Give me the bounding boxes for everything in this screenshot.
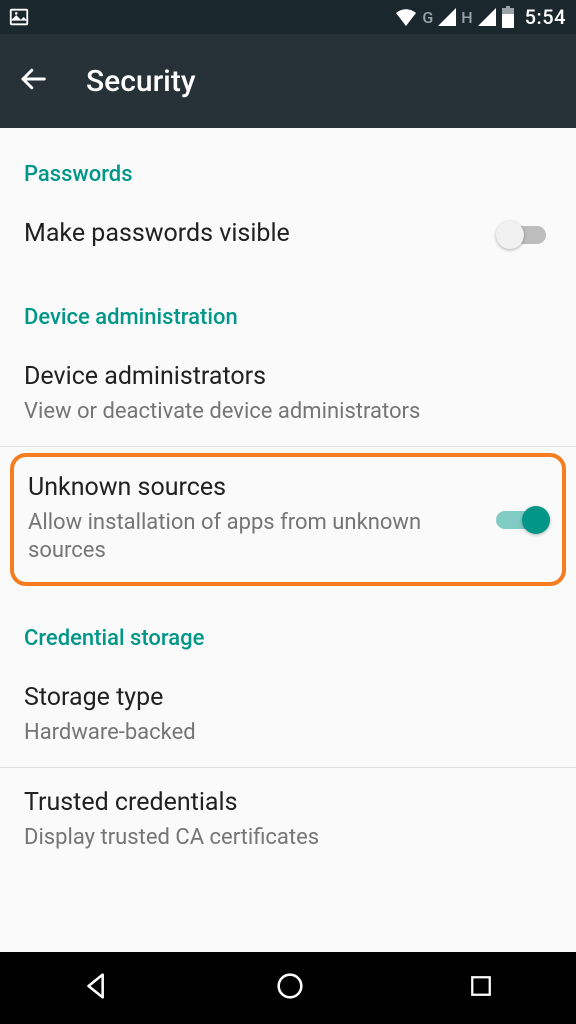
status-time: 5:54: [525, 5, 566, 29]
toggle-unknown-sources[interactable]: [494, 503, 548, 535]
section-header-device-admin: Device administration: [0, 271, 576, 342]
toggle-make-passwords-visible[interactable]: [498, 218, 552, 250]
nav-home-icon[interactable]: [273, 969, 307, 1007]
item-subtitle: Display trusted CA certificates: [24, 824, 552, 853]
nav-recent-icon[interactable]: [466, 971, 496, 1005]
item-subtitle: View or deactivate device administrators: [24, 398, 552, 427]
signal-1-icon: [437, 7, 457, 27]
item-title: Trusted credentials: [24, 786, 552, 820]
back-icon[interactable]: [18, 64, 48, 98]
item-unknown-sources[interactable]: Unknown sources Allow installation of ap…: [10, 453, 566, 586]
section-header-credential-storage: Credential storage: [0, 592, 576, 663]
item-make-passwords-visible[interactable]: Make passwords visible: [0, 199, 576, 271]
item-title: Device administrators: [24, 360, 552, 394]
item-subtitle: Allow installation of apps from unknown …: [28, 509, 476, 566]
item-title: Storage type: [24, 681, 552, 715]
network-g-label: G: [422, 8, 433, 27]
wifi-icon: [394, 7, 418, 27]
divider: [0, 446, 576, 447]
status-bar: G H 5:54: [0, 0, 576, 34]
battery-icon: [501, 6, 515, 28]
item-subtitle: Hardware-backed: [24, 719, 552, 748]
item-title: Unknown sources: [28, 471, 476, 505]
section-header-passwords: Passwords: [0, 128, 576, 199]
network-h-label: H: [461, 8, 472, 27]
item-device-administrators[interactable]: Device administrators View or deactivate…: [0, 342, 576, 446]
item-trusted-credentials[interactable]: Trusted credentials Display trusted CA c…: [0, 768, 576, 872]
item-title: Make passwords visible: [24, 217, 480, 251]
image-notification-icon: [8, 6, 30, 28]
page-title: Security: [86, 64, 196, 99]
item-storage-type[interactable]: Storage type Hardware-backed: [0, 663, 576, 767]
nav-back-icon[interactable]: [80, 969, 114, 1007]
settings-content: Passwords Make passwords visible Device …: [0, 128, 576, 952]
navigation-bar: [0, 952, 576, 1024]
app-bar: Security: [0, 34, 576, 128]
signal-2-icon: [477, 7, 497, 27]
